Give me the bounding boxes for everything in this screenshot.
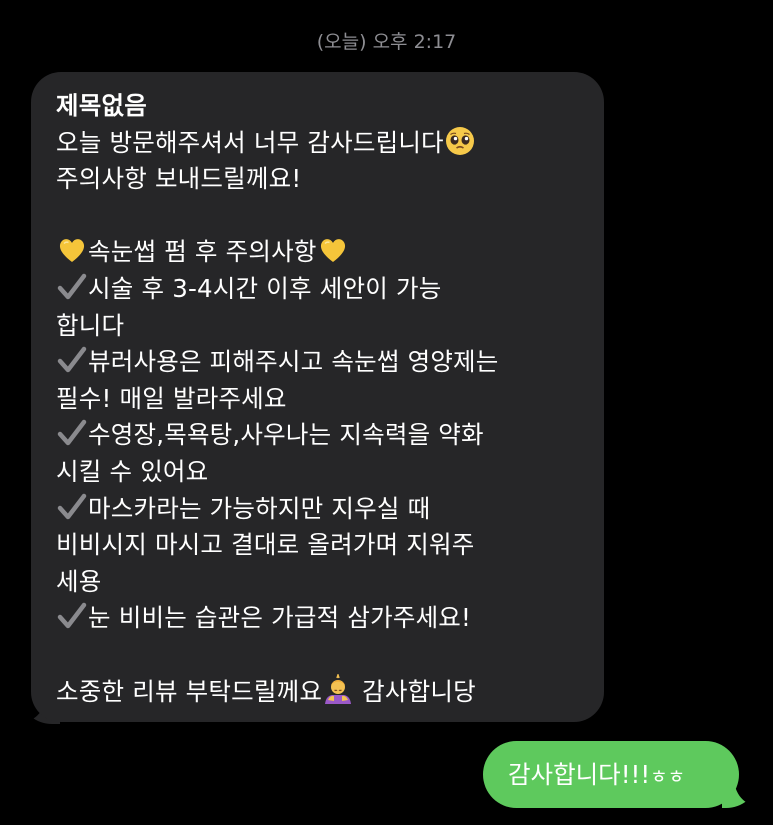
message-text: 오늘 방문해주셔서 너무 감사드립니다	[56, 127, 444, 157]
list-item-continuation: 합니다	[56, 310, 125, 340]
list-item-text: 눈 비비는 습관은 가급적 삼가주세요!	[88, 603, 472, 633]
list-item: 눈 비비는 습관은 가급적 삼가주세요!	[56, 600, 604, 637]
pleading-face-icon	[444, 125, 476, 157]
yellow-heart-icon	[317, 234, 349, 266]
incoming-message-bubble[interactable]: 제목없음 오늘 방문해주셔서 너무 감사드립니다 주의사항 보내드릴께요! 속눈…	[31, 72, 604, 722]
message-line: 주의사항 보내드릴께요!	[56, 164, 302, 194]
outgoing-message-text: 감사합니다!!!	[508, 760, 651, 789]
list-item-text: 시술 후 3-4시간 이후 세안이 가능	[88, 273, 442, 303]
list-item-continuation: 필수! 매일 발라주세요	[56, 383, 287, 413]
check-mark-icon	[56, 600, 88, 632]
list-item: 수영장,목욕탕,사우나는 지속력을 약화	[56, 417, 604, 454]
list-item-continuation: 비비시지 마시고 결대로 올려가며 지워주	[56, 530, 475, 560]
section-heading-text: 속눈썹 펌 후 주의사항	[88, 237, 317, 267]
message-line: 오늘 방문해주셔서 너무 감사드립니다	[56, 125, 604, 162]
list-item: 뷰러사용은 피해주시고 속눈썹 영양제는	[56, 344, 604, 381]
check-mark-icon	[56, 417, 88, 449]
message-timestamp: (오늘) 오후 2:17	[316, 31, 457, 53]
check-mark-icon	[56, 491, 88, 523]
message-title: 제목없음	[56, 91, 147, 120]
list-item-text: 수영장,목욕탕,사우나는 지속력을 약화	[88, 420, 484, 450]
outgoing-message-bubble[interactable]: 감사합니다!!!ㅎㅎ	[483, 741, 739, 808]
section-heading: 속눈썹 펌 후 주의사항	[56, 234, 604, 271]
list-item: 마스카라는 가능하지만 지우실 때	[56, 491, 604, 528]
list-item: 시술 후 3-4시간 이후 세안이 가능	[56, 271, 604, 308]
check-mark-icon	[56, 271, 88, 303]
person-bowing-icon	[322, 673, 354, 706]
closing-text: 소중한 리뷰 부탁드릴께요	[56, 676, 323, 706]
list-item-continuation: 세용	[56, 566, 102, 596]
outgoing-message-small-text: ㅎㅎ	[650, 766, 686, 788]
list-item-text: 뷰러사용은 피해주시고 속눈썹 영양제는	[88, 347, 499, 377]
list-item-text: 마스카라는 가능하지만 지우실 때	[88, 493, 431, 523]
closing-line: 소중한 리뷰 부탁드릴께요 감사합니당	[56, 673, 604, 711]
closing-text: 감사합니당	[362, 676, 476, 706]
check-mark-icon	[56, 344, 88, 376]
yellow-heart-icon	[56, 234, 88, 266]
list-item-continuation: 시킬 수 있어요	[56, 456, 209, 486]
